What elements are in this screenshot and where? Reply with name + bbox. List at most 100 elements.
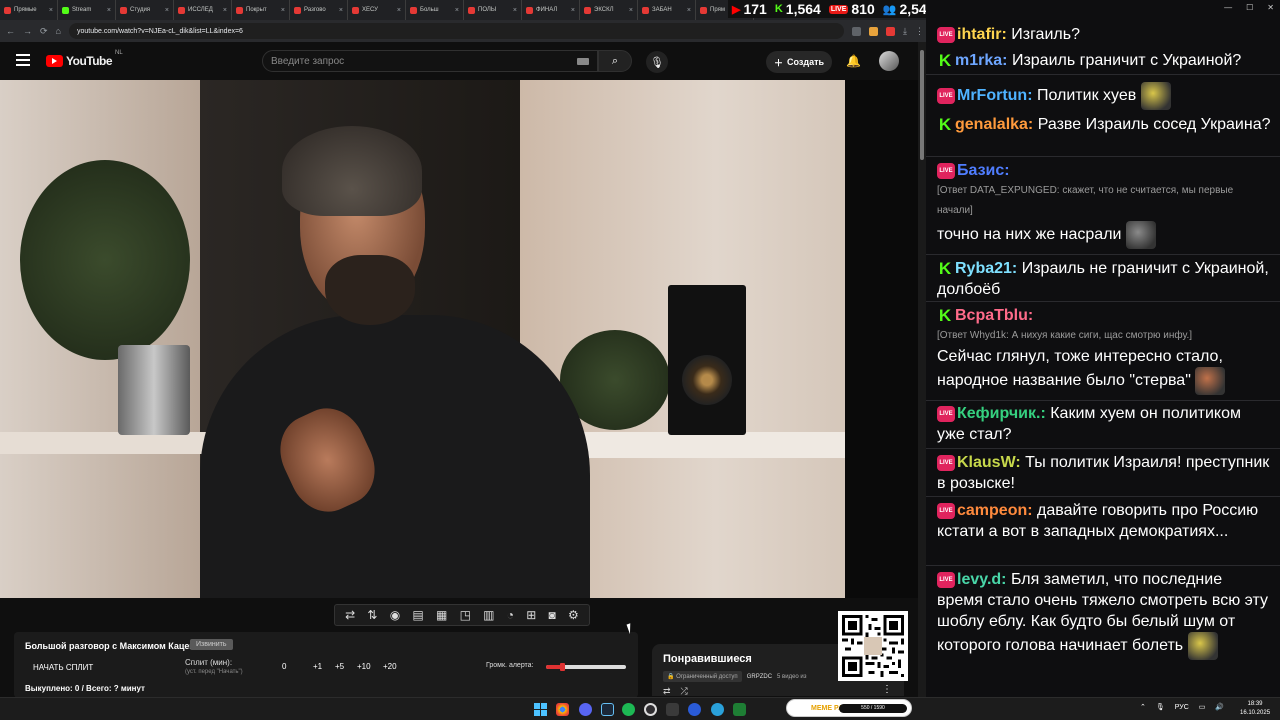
url-field[interactable]: youtube.com/watch?v=NJEa-cL_dik&list=LL&… bbox=[68, 23, 845, 39]
tab-close-icon[interactable]: × bbox=[687, 7, 691, 14]
maximize-icon[interactable]: ☐ bbox=[1246, 3, 1253, 12]
page-scrollbar[interactable] bbox=[918, 42, 926, 697]
tab-close-icon[interactable]: × bbox=[571, 7, 575, 14]
chat-nickname[interactable]: ihtafir: bbox=[957, 26, 1007, 43]
sort-icon[interactable]: ⇅ bbox=[367, 608, 377, 622]
loop-icon[interactable]: ⇄ bbox=[345, 608, 355, 622]
split-add-10-button[interactable]: +10 bbox=[357, 662, 371, 671]
settings-gear-icon[interactable]: ⚙ bbox=[568, 608, 579, 622]
more-options-icon[interactable]: ⋮ bbox=[882, 684, 892, 695]
youtube-logo[interactable]: YouTube NL bbox=[46, 50, 123, 68]
spotify-icon[interactable] bbox=[622, 703, 635, 716]
browser-tab[interactable]: Студия × bbox=[116, 0, 174, 20]
hamburger-menu-icon[interactable] bbox=[16, 54, 30, 66]
tab-close-icon[interactable]: × bbox=[223, 7, 227, 14]
chrome-icon[interactable] bbox=[556, 703, 569, 716]
network-icon[interactable]: ▭ bbox=[1199, 703, 1206, 711]
camera-icon[interactable]: ◙ bbox=[549, 608, 556, 622]
discord-icon[interactable] bbox=[579, 703, 592, 716]
extension-icon[interactable] bbox=[886, 26, 896, 36]
tab-close-icon[interactable]: × bbox=[455, 7, 459, 14]
chat-nickname[interactable]: genalalka: bbox=[955, 116, 1033, 133]
playlist-add-icon[interactable]: ▤ bbox=[412, 608, 423, 622]
browser-tab[interactable]: ЭКСКЛ × bbox=[580, 0, 638, 20]
search-button[interactable]: ⌕ bbox=[598, 50, 632, 72]
chat-nickname[interactable]: Базис: bbox=[957, 162, 1010, 179]
browser-tab[interactable]: Прямые × bbox=[0, 0, 58, 20]
volume-icon[interactable]: 🔊 bbox=[1215, 703, 1224, 711]
chat-nickname[interactable]: Ryba21: bbox=[955, 260, 1017, 277]
split-add-20-button[interactable]: +20 bbox=[383, 662, 397, 671]
video-player[interactable] bbox=[0, 80, 918, 598]
tab-close-icon[interactable]: × bbox=[49, 7, 53, 14]
microphone-icon[interactable]: 🎙 bbox=[1156, 703, 1165, 711]
browser-tab[interactable]: Разгово × bbox=[290, 0, 348, 20]
tab-close-icon[interactable]: × bbox=[165, 7, 169, 14]
close-icon[interactable]: ✕ bbox=[1267, 3, 1274, 12]
chat-nickname[interactable]: m1rka: bbox=[955, 52, 1007, 69]
chevron-up-icon[interactable]: ⌃ bbox=[1140, 703, 1146, 711]
clock[interactable]: 18:39 16.10.2025 bbox=[1240, 700, 1270, 718]
browser-tab[interactable]: Stream × bbox=[58, 0, 116, 20]
alert-volume-slider[interactable] bbox=[546, 663, 626, 671]
tab-close-icon[interactable]: × bbox=[281, 7, 285, 14]
browser-tab[interactable]: ФИНАЛ × bbox=[522, 0, 580, 20]
app-icon[interactable] bbox=[733, 703, 746, 716]
playlist-title[interactable]: Понравившиеся bbox=[663, 653, 752, 665]
browser-tab[interactable]: Покрыт × bbox=[232, 0, 290, 20]
search-input[interactable] bbox=[271, 55, 577, 67]
chat-nickname[interactable]: MrFortun: bbox=[957, 87, 1033, 104]
chat-nickname[interactable]: Кефирчик.: bbox=[957, 405, 1046, 422]
browser-tab[interactable]: ХЕСУ × bbox=[348, 0, 406, 20]
scrollbar-thumb[interactable] bbox=[920, 50, 924, 160]
extension-icon[interactable] bbox=[869, 26, 879, 36]
tab-close-icon[interactable]: × bbox=[629, 7, 633, 14]
notifications-bell-icon[interactable]: 🔔 bbox=[846, 54, 861, 68]
browser-tab[interactable]: ПОЛЫ × bbox=[464, 0, 522, 20]
steam-icon[interactable] bbox=[601, 703, 614, 716]
extension-icon[interactable] bbox=[852, 26, 862, 36]
menu-icon[interactable]: ⋮ bbox=[915, 26, 924, 37]
app-icon[interactable] bbox=[688, 703, 701, 716]
windows-start-icon[interactable] bbox=[534, 703, 547, 716]
voice-search-button[interactable]: 🎙 bbox=[646, 51, 668, 73]
shuffle-icon[interactable]: ⤮ bbox=[681, 686, 688, 697]
film-icon[interactable]: ▥ bbox=[483, 608, 494, 622]
loop-icon[interactable]: ⇄ bbox=[663, 686, 671, 697]
create-button[interactable]: ＋ Создать bbox=[766, 51, 833, 73]
download-icon[interactable]: ⤓ bbox=[903, 26, 907, 37]
meme-party-widget[interactable]: MEME PARTY 550 / 1590 bbox=[786, 699, 912, 717]
split-add-1-button[interactable]: +1 bbox=[313, 662, 322, 671]
browser-tab[interactable]: ИССЛЕД × bbox=[174, 0, 232, 20]
chat-nickname[interactable]: BcpaTblu: bbox=[955, 307, 1033, 324]
app-icon[interactable] bbox=[666, 703, 679, 716]
obs-icon[interactable] bbox=[644, 703, 657, 716]
chat-nickname[interactable]: KlausW: bbox=[957, 454, 1021, 471]
tab-close-icon[interactable]: × bbox=[513, 7, 517, 14]
forward-icon[interactable]: → bbox=[23, 26, 32, 36]
home-icon[interactable]: ⌂ bbox=[56, 26, 61, 36]
split-add-5-button[interactable]: +5 bbox=[335, 662, 344, 671]
chat-nickname[interactable]: levy.d: bbox=[957, 571, 1007, 588]
screenshot-add-icon[interactable]: ⊞ bbox=[526, 608, 536, 622]
audio-icon[interactable]: ◉ bbox=[390, 608, 400, 622]
speed-icon[interactable]: ◔ bbox=[507, 608, 514, 622]
telegram-icon[interactable] bbox=[711, 703, 724, 716]
language-indicator[interactable]: РУС bbox=[1175, 704, 1189, 711]
keyboard-icon[interactable] bbox=[577, 57, 589, 65]
browser-tab[interactable]: Больш × bbox=[406, 0, 464, 20]
playlist-owner[interactable]: GRPZDC bbox=[747, 674, 772, 680]
tab-close-icon[interactable]: × bbox=[107, 7, 111, 14]
reload-icon[interactable]: ⟳ bbox=[40, 26, 48, 37]
alert-volume-handle[interactable] bbox=[560, 663, 565, 671]
picture-in-picture-icon[interactable]: ◳ bbox=[460, 608, 471, 622]
clapperboard-icon[interactable]: ▦ bbox=[436, 608, 447, 622]
account-avatar[interactable] bbox=[879, 51, 899, 71]
tab-close-icon[interactable]: × bbox=[397, 7, 401, 14]
back-icon[interactable]: ← bbox=[6, 26, 15, 36]
split-status-badge[interactable]: Извинить bbox=[190, 639, 233, 650]
browser-tab[interactable]: ЗАБАН × bbox=[638, 0, 696, 20]
minimize-icon[interactable]: — bbox=[1224, 3, 1232, 12]
start-split-button[interactable]: НАЧАТЬ СПЛИТ bbox=[25, 659, 145, 675]
chat-nickname[interactable]: campeon: bbox=[957, 502, 1033, 519]
